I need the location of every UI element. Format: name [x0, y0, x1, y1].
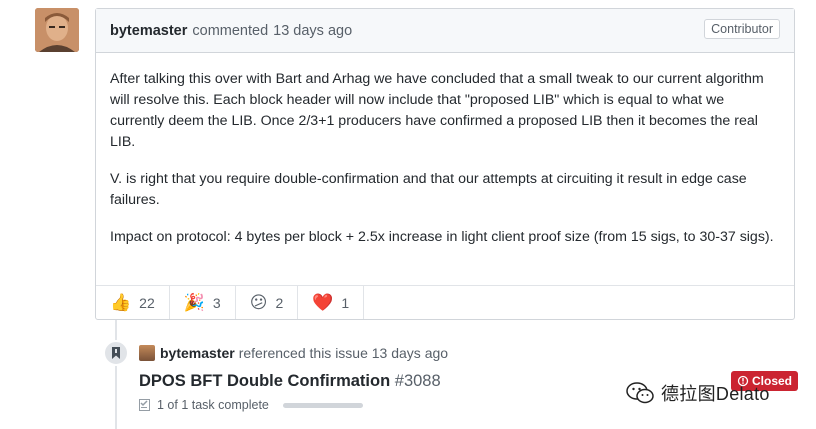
wechat-icon	[626, 382, 654, 404]
reaction-thumbs-up[interactable]: 👍 22	[96, 286, 170, 319]
task-progress: 1 of 1 task complete	[139, 398, 363, 412]
comment-paragraph: Impact on protocol: 4 bytes per block + …	[110, 229, 774, 245]
heart-icon: ❤️	[312, 292, 334, 312]
comment-paragraph: After talking this over with Bart and Ar…	[110, 71, 764, 150]
watermark-text: 德拉图Delato	[661, 384, 770, 404]
party-popper-icon: 🎉	[183, 292, 205, 312]
reaction-count: 1	[341, 294, 350, 311]
contributor-badge: Contributor	[704, 19, 780, 39]
comment-action: commented	[192, 22, 269, 39]
confused-face-icon: 😕	[249, 292, 268, 312]
reactions-bar: 👍 22 🎉 3 😕 2 ❤️ 1	[96, 285, 794, 319]
reference-event: bytemaster referenced this issue 13 days…	[139, 345, 448, 361]
task-count: 1 of 1 task complete	[157, 398, 269, 412]
reaction-heart[interactable]: ❤️ 1	[298, 286, 365, 319]
issue-title[interactable]: DPOS BFT Double Confirmation	[139, 372, 390, 390]
reaction-count: 3	[212, 294, 221, 311]
comment-time-link[interactable]: 13 days ago	[273, 23, 352, 39]
author-avatar[interactable]	[35, 8, 79, 52]
referenced-issue-link[interactable]: DPOS BFT Double Confirmation #3088	[139, 372, 441, 391]
comment-author-link[interactable]: bytemaster	[110, 23, 187, 39]
event-author-link[interactable]: bytemaster	[160, 345, 235, 361]
event-text: referenced this issue 13 days ago	[238, 345, 449, 361]
comment-header: bytemaster commented 13 days ago Contrib…	[96, 9, 794, 53]
thumbs-up-icon: 👍	[110, 292, 132, 312]
comment-paragraph: V. is right that you require double-conf…	[110, 171, 747, 208]
event-author-avatar[interactable]	[139, 345, 155, 361]
reaction-count: 22	[139, 294, 155, 311]
wechat-watermark: 德拉图Delato	[625, 380, 770, 406]
reaction-count: 2	[275, 294, 284, 311]
timeline-line	[115, 320, 117, 429]
issue-number[interactable]: #3088	[395, 372, 441, 390]
bookmark-icon	[103, 340, 129, 366]
task-progress-bar	[282, 402, 363, 408]
checklist-icon	[139, 399, 150, 411]
reaction-confused[interactable]: 😕 2	[236, 286, 299, 319]
comment-box: bytemaster commented 13 days ago Contrib…	[95, 8, 795, 320]
reaction-hooray[interactable]: 🎉 3	[170, 286, 236, 319]
comment-body: After talking this over with Bart and Ar…	[96, 53, 794, 248]
